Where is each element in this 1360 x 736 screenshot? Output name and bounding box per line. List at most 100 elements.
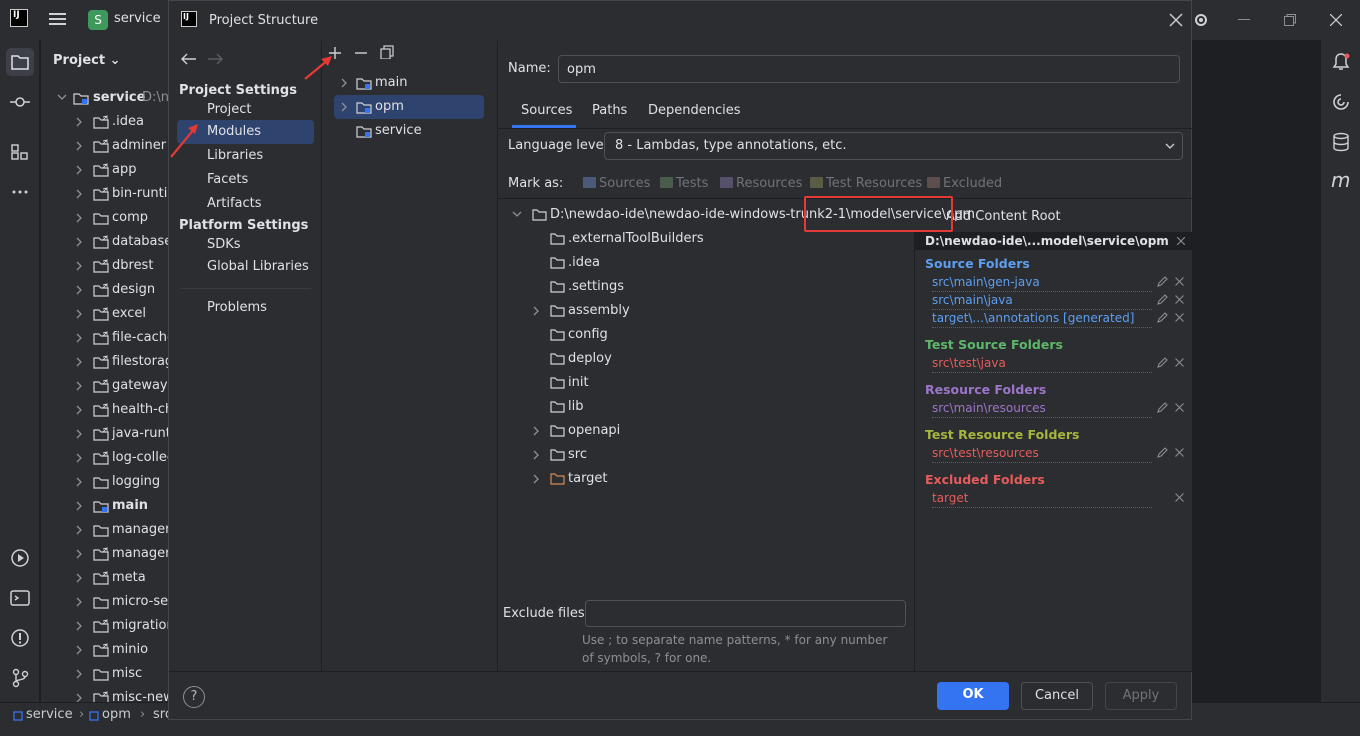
tab-dependencies[interactable]: Dependencies xyxy=(648,103,741,118)
project-tree-item[interactable]: filestorag xyxy=(41,350,169,374)
project-root-row[interactable]: service D:\ne xyxy=(41,86,169,110)
chevron-right-icon[interactable] xyxy=(75,693,83,702)
chevron-right-icon[interactable] xyxy=(75,165,83,175)
forward-arrow-icon[interactable] xyxy=(207,53,223,65)
project-tree-item[interactable]: log-collec xyxy=(41,446,169,470)
maven-icon[interactable]: m xyxy=(1331,168,1350,192)
nav-global-libraries[interactable]: Global Libraries xyxy=(177,255,314,279)
commit-tool-icon[interactable] xyxy=(6,88,34,116)
root-folder-entry[interactable]: target\...\annotations [generated] xyxy=(932,310,1152,328)
project-tree-item[interactable]: misc-new xyxy=(41,686,169,702)
chevron-right-icon[interactable] xyxy=(75,333,83,343)
module-name-input[interactable] xyxy=(558,55,1180,83)
chevron-right-icon[interactable] xyxy=(532,450,540,460)
tab-sources[interactable]: Sources xyxy=(521,103,572,118)
copy-module-icon[interactable] xyxy=(380,45,394,59)
edit-pencil-icon[interactable] xyxy=(1156,447,1168,459)
chevron-down-icon[interactable] xyxy=(57,94,67,102)
edit-pencil-icon[interactable] xyxy=(1156,357,1168,369)
chevron-right-icon[interactable] xyxy=(532,306,540,316)
project-tree-item[interactable]: main xyxy=(41,494,169,518)
chevron-right-icon[interactable] xyxy=(75,429,83,439)
restore-icon[interactable] xyxy=(1284,14,1296,26)
settings-gear-icon[interactable] xyxy=(1192,11,1210,29)
window-close-icon[interactable] xyxy=(1330,14,1342,26)
root-folder-entry[interactable]: src\main\gen-java xyxy=(932,274,1152,292)
chevron-right-icon[interactable] xyxy=(75,573,83,583)
remove-module-icon[interactable] xyxy=(354,46,368,60)
chevron-right-icon[interactable] xyxy=(75,213,83,223)
project-tree-item[interactable]: manager xyxy=(41,518,169,542)
chevron-right-icon[interactable] xyxy=(75,405,83,415)
project-tree-item[interactable]: manager- xyxy=(41,542,169,566)
project-switcher[interactable]: service xyxy=(114,11,161,26)
edit-pencil-icon[interactable] xyxy=(1156,294,1168,306)
chevron-right-icon[interactable] xyxy=(75,309,83,319)
breadcrumb-opm[interactable]: opm xyxy=(102,707,131,722)
chevron-right-icon[interactable] xyxy=(75,453,83,463)
chevron-right-icon[interactable] xyxy=(532,474,540,484)
git-tool-icon[interactable] xyxy=(6,664,34,692)
project-tree-item[interactable]: database xyxy=(41,230,169,254)
back-arrow-icon[interactable] xyxy=(181,53,197,65)
project-tree-item[interactable]: .idea xyxy=(41,110,169,134)
chevron-right-icon[interactable] xyxy=(75,501,83,511)
project-tree-item[interactable]: adminer xyxy=(41,134,169,158)
nav-artifacts[interactable]: Artifacts xyxy=(177,192,314,216)
chevron-right-icon[interactable] xyxy=(340,102,348,112)
project-tree-item[interactable]: design xyxy=(41,278,169,302)
project-tree-item[interactable]: micro-ser xyxy=(41,590,169,614)
project-tree-item[interactable]: file-cache xyxy=(41,326,169,350)
tab-paths[interactable]: Paths xyxy=(592,103,627,118)
chevron-right-icon[interactable] xyxy=(75,669,83,679)
mark-tests-button[interactable]: Tests xyxy=(660,176,708,191)
project-tree-item[interactable]: meta xyxy=(41,566,169,590)
chevron-right-icon[interactable] xyxy=(75,357,83,367)
chevron-right-icon[interactable] xyxy=(75,477,83,487)
chevron-right-icon[interactable] xyxy=(75,141,83,151)
exclude-files-input[interactable] xyxy=(585,600,906,627)
mark-test-resources-button[interactable]: Test Resources xyxy=(810,176,922,191)
module-main[interactable]: main xyxy=(334,71,484,95)
chevron-right-icon[interactable] xyxy=(75,237,83,247)
structure-tool-icon[interactable] xyxy=(6,138,34,166)
remove-folder-icon[interactable] xyxy=(1175,403,1184,412)
help-button[interactable]: ? xyxy=(183,686,205,708)
chevron-right-icon[interactable] xyxy=(75,381,83,391)
remove-folder-icon[interactable] xyxy=(1175,313,1184,322)
cancel-button[interactable]: Cancel xyxy=(1021,682,1093,710)
project-tree-item[interactable]: dbrest xyxy=(41,254,169,278)
chevron-right-icon[interactable] xyxy=(75,597,83,607)
project-tree-item[interactable]: comp xyxy=(41,206,169,230)
edit-pencil-icon[interactable] xyxy=(1156,312,1168,324)
project-panel-title[interactable]: Project ⌄ xyxy=(53,53,121,68)
remove-root-icon[interactable] xyxy=(1177,237,1185,245)
chevron-right-icon[interactable] xyxy=(75,525,83,535)
remove-folder-icon[interactable] xyxy=(1175,358,1184,367)
nav-sdks[interactable]: SDKs xyxy=(177,233,314,257)
ok-button[interactable]: OK xyxy=(937,682,1009,710)
remove-folder-icon[interactable] xyxy=(1175,295,1184,304)
remove-folder-icon[interactable] xyxy=(1175,277,1184,286)
project-tree-item[interactable]: bin-runtim xyxy=(41,182,169,206)
root-folder-entry[interactable]: src\test\resources xyxy=(932,445,1152,463)
edit-pencil-icon[interactable] xyxy=(1156,276,1168,288)
notifications-icon[interactable] xyxy=(1331,52,1351,72)
chevron-right-icon[interactable] xyxy=(75,261,83,271)
chevron-right-icon[interactable] xyxy=(75,645,83,655)
terminal-tool-icon[interactable] xyxy=(6,584,34,612)
chevron-right-icon[interactable] xyxy=(75,621,83,631)
chevron-right-icon[interactable] xyxy=(75,117,83,127)
project-tree-item[interactable]: excel xyxy=(41,302,169,326)
root-folder-entry[interactable]: src\main\java xyxy=(932,292,1152,310)
edit-pencil-icon[interactable] xyxy=(1156,402,1168,414)
chevron-right-icon[interactable] xyxy=(532,426,540,436)
remove-folder-icon[interactable] xyxy=(1175,448,1184,457)
chevron-right-icon[interactable] xyxy=(75,189,83,199)
project-tree-item[interactable]: migration xyxy=(41,614,169,638)
breadcrumb-service[interactable]: service xyxy=(26,707,73,722)
main-menu-icon[interactable] xyxy=(48,10,68,28)
nav-facets[interactable]: Facets xyxy=(177,168,314,192)
language-level-select[interactable]: 8 - Lambdas, type annotations, etc. xyxy=(604,132,1183,160)
ai-assistant-icon[interactable] xyxy=(1331,92,1351,112)
